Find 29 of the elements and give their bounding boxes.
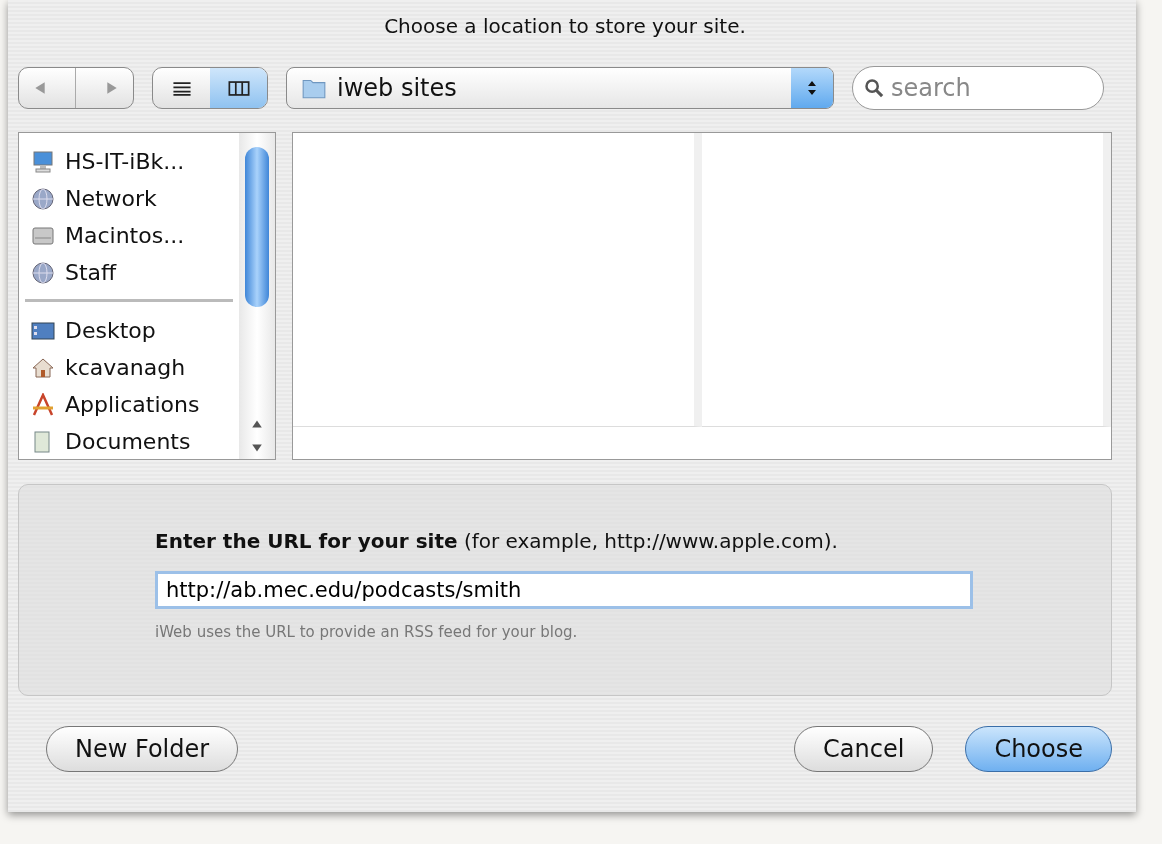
location-popup[interactable]: iweb sites	[286, 67, 834, 109]
search-icon	[864, 78, 884, 98]
sidebar-item[interactable]: Macintos...	[65, 223, 185, 248]
choose-button[interactable]: Choose	[965, 726, 1112, 772]
search-field[interactable]: search	[852, 66, 1104, 110]
sidebar-item[interactable]: Network	[65, 186, 157, 211]
scroll-bar[interactable]	[239, 133, 275, 459]
navigation-buttons[interactable]	[18, 67, 134, 109]
globe-icon	[31, 260, 55, 285]
computer-icon	[31, 149, 55, 174]
back-icon[interactable]	[33, 81, 48, 95]
sidebar-item[interactable]: Desktop	[65, 318, 156, 343]
dialog-title: Choose a location to store your site.	[383, 14, 747, 38]
globe-icon	[31, 186, 55, 211]
pencil-ruler-icon	[31, 392, 55, 417]
sidebar-item[interactable]: HS-IT-iBk...	[65, 149, 185, 174]
columns-icon	[227, 80, 250, 96]
cancel-button[interactable]: Cancel	[794, 726, 934, 772]
column-view-button[interactable]	[210, 68, 267, 108]
url-prompt: Enter the URL for your site (for example, http://www.apple.com).	[155, 529, 839, 553]
forward-icon[interactable]	[104, 81, 119, 95]
url-input-field[interactable]: http://ab.mec.edu/podcasts/smith	[155, 571, 973, 609]
sidebar-item[interactable]: Applications	[65, 392, 200, 417]
new-folder-button[interactable]: New Folder	[46, 726, 239, 772]
sidebar-item[interactable]: kcavanagh	[65, 355, 186, 380]
list-icon	[171, 80, 192, 96]
sidebar-item[interactable]: Staff	[65, 260, 117, 285]
url-hint: iWeb uses the URL to provide an RSS feed for your blog.	[155, 623, 579, 641]
sidebar-item[interactable]: Documents	[65, 429, 191, 454]
